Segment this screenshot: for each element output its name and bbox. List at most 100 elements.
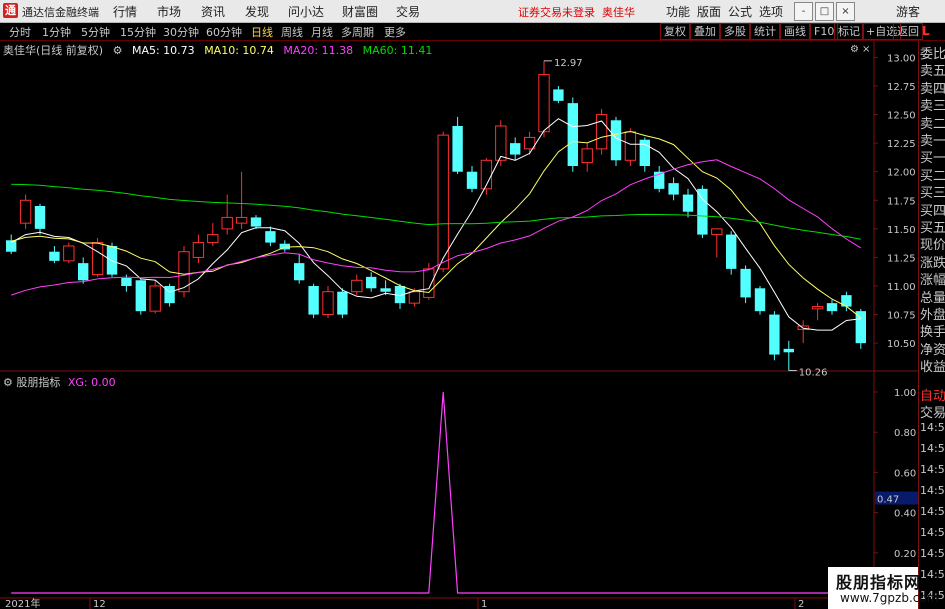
candle-body (408, 291, 421, 304)
ma20-line (11, 159, 862, 296)
kline-chart[interactable]: 13.00 12.75 12.50 12.25 12.00 11.75 11.50 11.25… (0, 0, 945, 609)
trade-time-4: 14:56 (920, 505, 945, 518)
candle-body (682, 194, 694, 212)
trade-label[interactable]: 交易 (920, 402, 945, 421)
price-tick-label: 11.25 (887, 253, 916, 264)
candle-body (380, 288, 391, 292)
candle-body (294, 263, 305, 281)
candle-body (510, 143, 521, 155)
trade-time-2: 14:56 (920, 463, 945, 476)
trade-time-1: 14:56 (920, 442, 945, 455)
price-tick-label: 11.50 (887, 225, 916, 236)
date-month-1: 1 (481, 599, 487, 609)
ma-legend: 奥佳华(日线 前复权) ⚙ MA5: 10.73 MA10: 10.74 MA2… (3, 42, 438, 58)
candle-body (337, 291, 348, 315)
candle-body (754, 288, 766, 312)
price-tick-label: 12.00 (887, 168, 916, 179)
side-item-3: 卖三 (920, 99, 945, 115)
side-item-18: 收益 (920, 360, 945, 376)
watermark-title: 股朋指标网 (836, 573, 922, 592)
side-item-2: 卖四 (920, 81, 945, 97)
side-item-14: 总量 (920, 290, 945, 306)
candle-body (78, 263, 89, 281)
indicator-tick-label: 1.00 (894, 388, 916, 399)
price-tick-label: 10.75 (887, 311, 916, 322)
candle-body (250, 217, 262, 227)
indicator-value: XG: 0.00 (67, 376, 116, 389)
ma10-label: MA10: 10.74 (204, 44, 274, 57)
ma20-label: MA20: 11.38 (283, 44, 354, 57)
side-item-7: 买二 (920, 168, 945, 184)
candle-body (769, 314, 780, 355)
price-tick-label: 11.00 (887, 282, 916, 293)
settings-small-icon: ⚙ (850, 44, 859, 55)
candle-body (595, 114, 608, 150)
price-tick-label: 11.75 (887, 196, 916, 207)
candle-body (538, 74, 550, 133)
price-tick-label: 12.75 (887, 82, 916, 93)
candle-body (826, 303, 838, 312)
candle-body (495, 125, 507, 161)
side-item-11: 现价 (920, 238, 945, 254)
indicator-title: 股朋指标 (16, 376, 61, 389)
candle-body (668, 183, 679, 195)
candle-body (235, 216, 248, 224)
candle-body (207, 234, 219, 244)
indicator-tick-label: 0.40 (894, 509, 916, 520)
candle-body (624, 131, 637, 161)
date-year-label: 2021年 (5, 597, 40, 609)
side-item-9: 买四 (920, 203, 945, 219)
price-tick-label: 10.50 (887, 339, 916, 350)
candle-body (6, 240, 17, 252)
side-item-8: 买三 (920, 186, 945, 202)
side-item-15: 外盘 (920, 308, 945, 323)
candle-body (553, 89, 564, 101)
candle-body (740, 268, 751, 298)
side-item-5: 卖一 (920, 134, 945, 149)
candle-body (466, 171, 478, 189)
indicator-tick-label: 0.60 (894, 468, 916, 479)
trade-time-3: 14:56 (920, 484, 945, 497)
ma60-label: MA60: 11.41 (362, 44, 433, 57)
candle-body (322, 291, 334, 316)
watermark-url: www.7gpzb.com (840, 591, 939, 605)
candle-body (308, 286, 319, 315)
candle-body (639, 139, 650, 166)
site-watermark: 股朋指标网 www.7gpzb.com (828, 567, 938, 609)
candle-body (19, 199, 32, 224)
trade-time-6: 14:56 (920, 547, 945, 560)
candle-body (121, 278, 132, 286)
side-item-13: 涨幅 (920, 273, 945, 289)
candle-body (452, 126, 463, 172)
candle-body (106, 246, 118, 275)
candle-body (221, 216, 233, 230)
side-item-1: 卖五 (920, 64, 945, 80)
side-item-4: 卖二 (920, 116, 945, 132)
candle-body (711, 228, 723, 236)
candle-body (135, 280, 146, 312)
candle-body (811, 306, 824, 310)
candle-body (149, 285, 161, 312)
candle-body (437, 134, 449, 270)
ma5-label: MA5: 10.73 (131, 44, 195, 57)
candle-body (192, 242, 205, 258)
date-month-12: 12 (93, 599, 106, 609)
candle-body (49, 251, 60, 261)
low-label: 10.26 (799, 368, 828, 379)
side-item-0: 委比 (920, 47, 945, 62)
trade-time-0: 14:56 (920, 421, 945, 434)
indicator-tick-label: 0.80 (894, 428, 916, 439)
side-item-17: 净资 (920, 342, 945, 358)
indicator-line (11, 391, 861, 594)
candle-body (366, 276, 377, 289)
indicator-legend: ⚙ 股朋指标 XG: 0.00 (3, 374, 116, 390)
side-item-10: 买五 (920, 221, 945, 236)
indicator-tick-label: 0.20 (894, 549, 916, 560)
candle-body (34, 206, 46, 229)
close-small-icon: × (862, 44, 870, 55)
candle-body (855, 311, 866, 344)
candle-body (610, 120, 622, 161)
date-month-2: 2 (798, 599, 804, 609)
settings-icon: ⚙ (112, 44, 123, 57)
candle-body (567, 103, 578, 166)
